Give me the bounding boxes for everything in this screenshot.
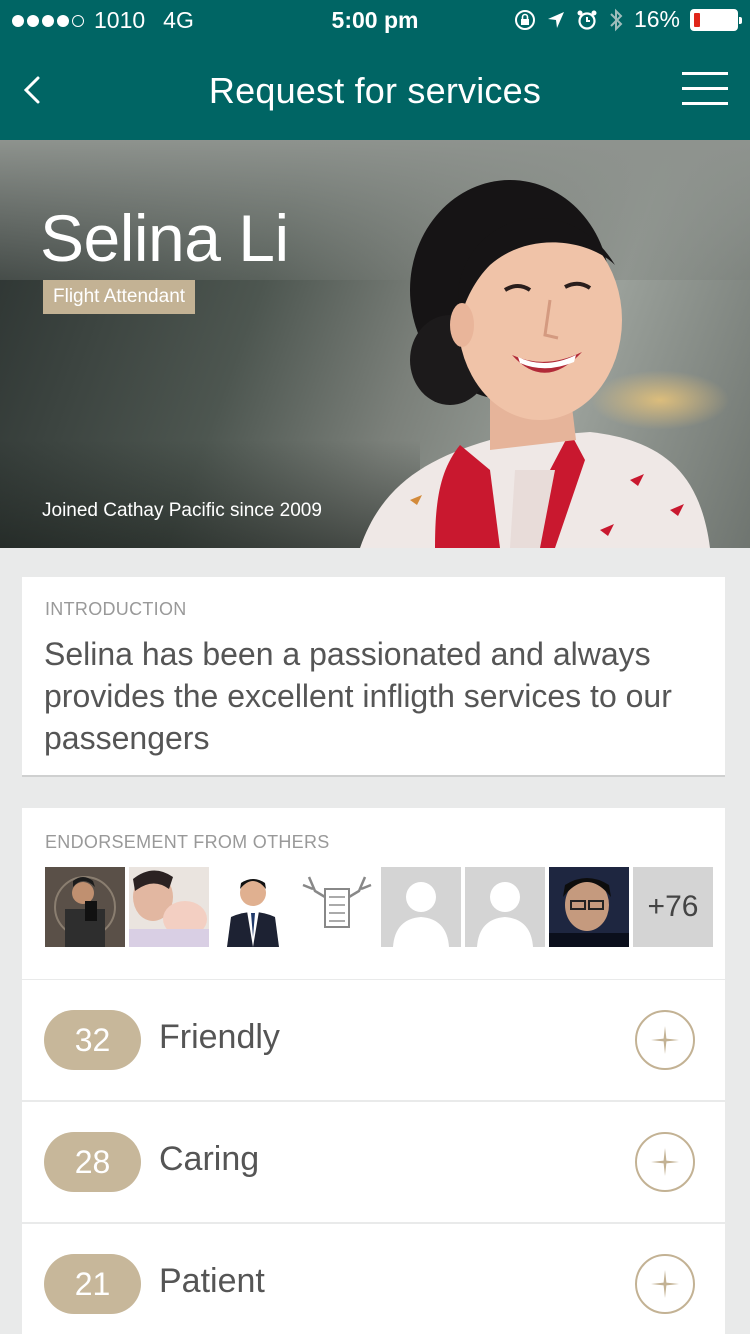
plus-sparkle-icon[interactable] [635,1132,695,1192]
battery-icon [690,8,742,31]
profile-photo [360,180,710,548]
profile-name: Selina Li [40,201,289,275]
trait-label: Patient [159,1262,265,1300]
navigation-bar: Request for services [0,40,750,140]
profile-hero: Selina Li Flight Attendant Joined Cathay… [0,140,750,548]
more-endorsers-count[interactable]: +76 [633,867,713,947]
trait-label: Caring [159,1140,260,1178]
endorser-avatars: +76 [45,867,713,947]
avatar[interactable] [213,867,293,947]
battery-level [694,12,701,27]
trait-row-friendly: 32 Friendly [22,980,725,1100]
page-title: Request for services [208,70,542,111]
trait-count: 32 [44,1010,141,1070]
introduction-card: INTRODUCTION Selina has been a passionat… [22,577,725,777]
avatar[interactable] [549,867,629,947]
avatar[interactable] [45,867,125,947]
avatar[interactable] [297,867,377,947]
introduction-text: Selina has been a passionated and always… [44,636,672,756]
bluetooth-icon [610,8,623,31]
endorsement-label: ENDORSEMENT FROM OTHERS [45,832,330,852]
avatar[interactable] [465,867,545,947]
plus-sparkle-icon[interactable] [635,1010,695,1070]
status-bar: 1010 4G 5:00 pm 16% [0,0,750,40]
endorsement-card: ENDORSEMENT FROM OTHERS +76 [22,808,725,979]
avatar[interactable] [381,867,461,947]
battery-percent: 16% [633,6,680,32]
trait-count: 28 [44,1132,141,1192]
role-badge: Flight Attendant [43,280,196,314]
avatar[interactable] [129,867,209,947]
trait-row-patient: 21 Patient [22,1224,725,1334]
location-arrow-icon [547,11,564,28]
trait-count: 21 [44,1254,141,1314]
rotation-lock-icon [514,9,535,30]
trait-label: Friendly [159,1018,280,1056]
trait-row-caring: 28 Caring [22,1102,725,1222]
introduction-label: INTRODUCTION [45,599,187,619]
hamburger-icon[interactable] [682,72,728,106]
joined-date: Joined Cathay Pacific since 2009 [42,500,322,521]
alarm-icon [577,10,597,30]
plus-sparkle-icon[interactable] [635,1254,695,1314]
